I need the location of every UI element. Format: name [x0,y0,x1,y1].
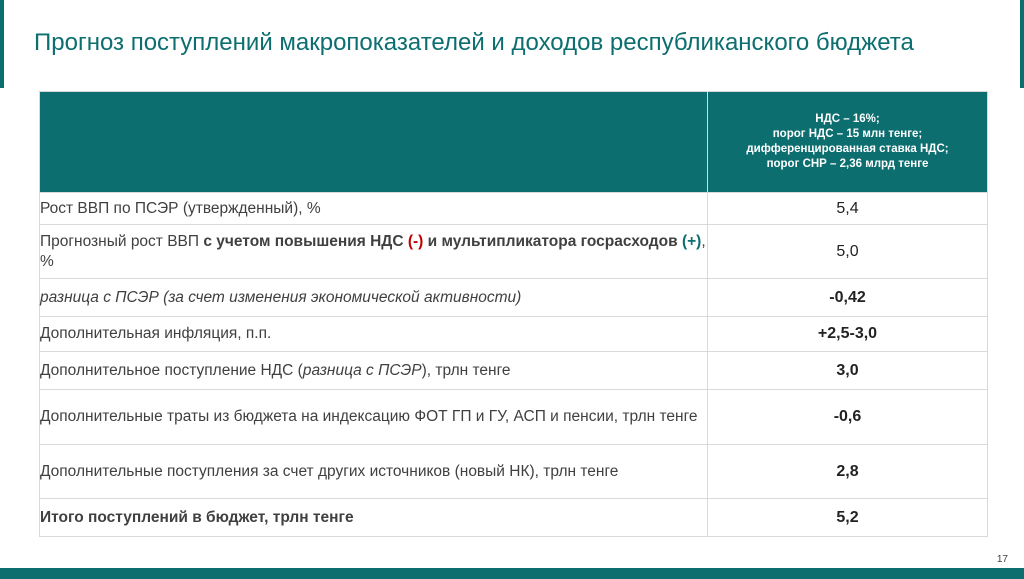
table-row: Дополнительное поступление НДС (разница … [39,351,988,390]
table-row: разница с ПСЭР (за счет изменения эконом… [39,278,988,317]
label-segment-italic: разница с ПСЭР [302,361,422,379]
label-segment: ), трлн тенге [421,361,511,379]
row-label: Рост ВВП по ПСЭР (утвержденный), % [39,192,708,225]
table-row: Дополнительные поступления за счет други… [39,444,988,499]
left-accent-rule [0,0,4,88]
row-value-negative: -0,42 [707,278,988,317]
table-row: Дополнительная инфляция, п.п. +2,5-3,0 [39,316,988,352]
forecast-table: НДС – 16%; порог НДС – 15 млн тенге; диф… [39,91,988,537]
right-accent-rule [1020,0,1024,88]
row-value: 5,0 [707,224,988,279]
negative-sign-marker: (-) [407,232,424,250]
total-label: Итого поступлений в бюджет, трлн тенге [39,498,708,537]
label-segment: Дополнительное поступление НДС ( [40,361,303,379]
scenario-header-line: порог СНР – 2,36 млрд тенге [766,158,929,170]
total-value: 5,2 [707,498,988,537]
row-value-negative: +2,5-3,0 [707,316,988,352]
label-segment-bold: и мультипликатора госрасходов [423,232,682,250]
table-row-total: Итого поступлений в бюджет, трлн тенге 5… [39,498,988,537]
table-row: Прогнозный рост ВВП с учетом повышения Н… [39,224,988,279]
scenario-header-cell: НДС – 16%; порог НДС – 15 млн тенге; диф… [707,91,988,193]
label-segment-bold: с учетом повышения НДС [203,232,408,250]
page-number: 17 [996,554,1008,565]
row-value-negative: -0,6 [707,389,988,445]
page-title: Прогноз поступлений макропоказателей и д… [34,29,914,56]
label-segment: Прогнозный рост ВВП [40,232,204,250]
row-value-positive: 3,0 [707,351,988,390]
row-label: Дополнительное поступление НДС (разница … [39,351,708,390]
table-row: Рост ВВП по ПСЭР (утвержденный), % 5,4 [39,192,988,225]
header-blank-cell [39,91,708,193]
row-label: разница с ПСЭР (за счет изменения эконом… [39,278,708,317]
row-label: Дополнительные траты из бюджета на индек… [39,389,708,445]
positive-sign-marker: (+) [681,232,702,250]
row-value: 5,4 [707,192,988,225]
table-row: Дополнительные траты из бюджета на индек… [39,389,988,445]
row-label: Прогнозный рост ВВП с учетом повышения Н… [39,224,708,279]
scenario-header-line: НДС – 16%; [815,113,880,125]
scenario-header-line: дифференцированная ставка НДС; [746,143,949,155]
footer-bar [0,568,1024,579]
row-label: Дополнительная инфляция, п.п. [39,316,708,352]
row-value-positive: 2,8 [707,444,988,499]
row-label: Дополнительные поступления за счет други… [39,444,708,499]
scenario-header-line: порог НДС – 15 млн тенге; [772,128,923,140]
table-header-row: НДС – 16%; порог НДС – 15 млн тенге; диф… [39,91,988,193]
